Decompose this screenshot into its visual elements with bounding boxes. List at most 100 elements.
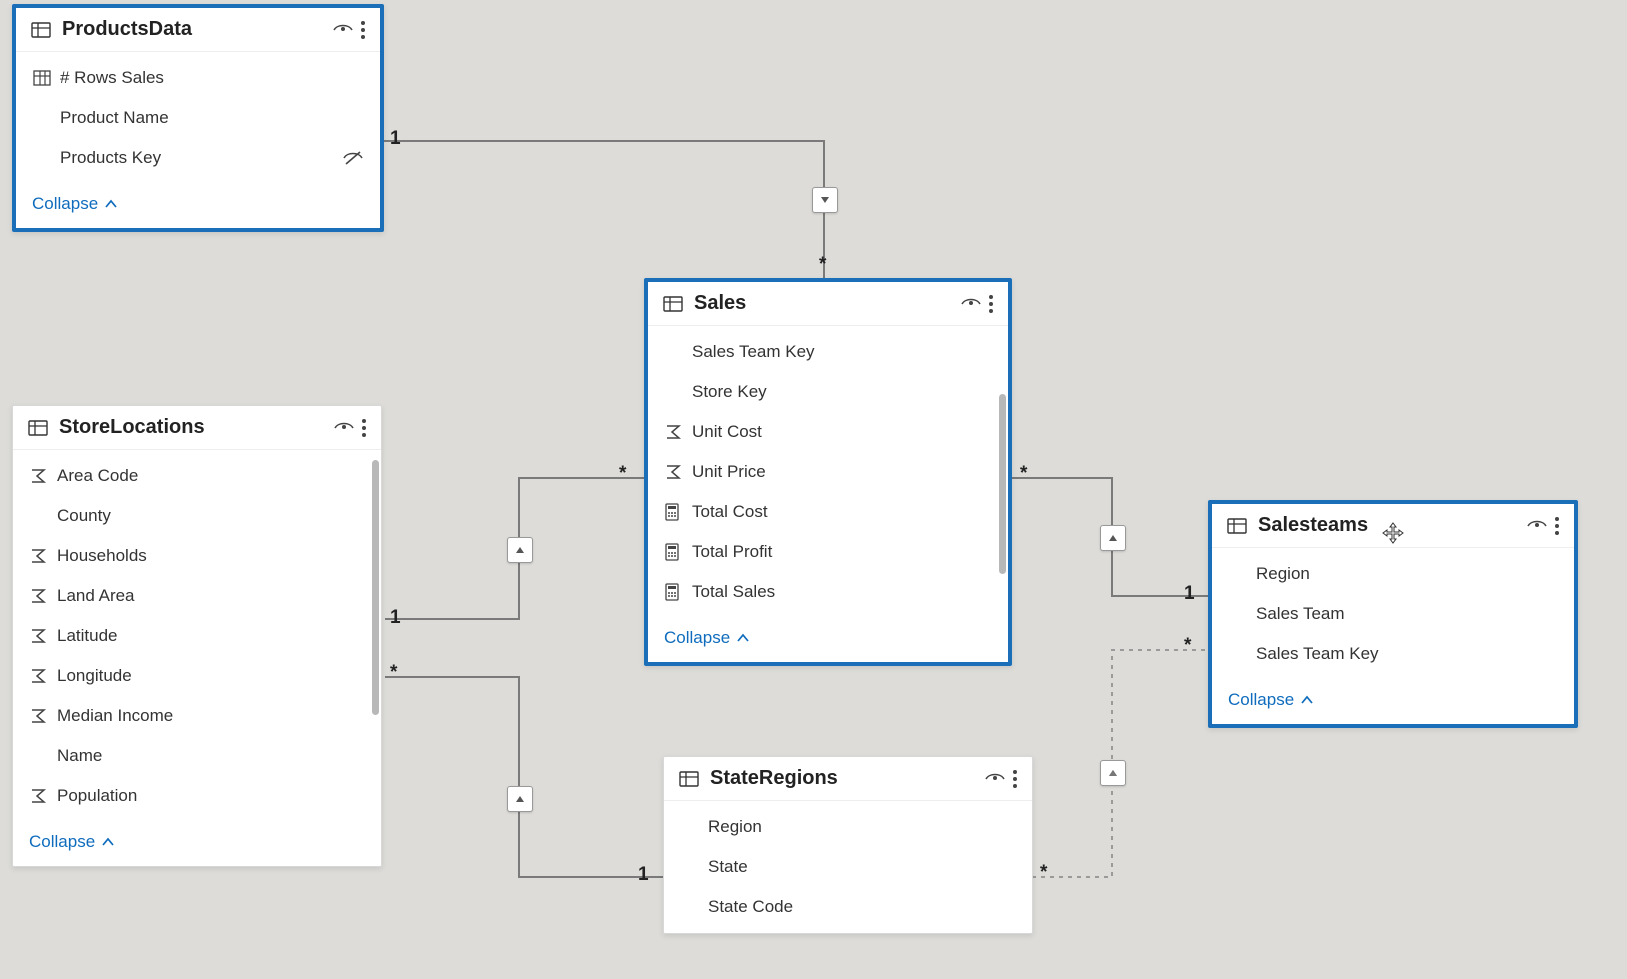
table-icon xyxy=(30,19,52,41)
relationship-arrow-icon[interactable] xyxy=(507,786,533,812)
table-icon xyxy=(662,293,684,315)
table-card-storelocations[interactable]: StoreLocations Area Code County Househol… xyxy=(12,405,382,867)
hidden-icon[interactable] xyxy=(342,147,364,169)
sigma-icon xyxy=(29,667,57,685)
more-options-icon[interactable] xyxy=(361,418,367,438)
field-row[interactable]: Product Name xyxy=(16,98,380,138)
field-label: Region xyxy=(1256,564,1558,584)
field-row[interactable]: Sales Team Key xyxy=(1212,634,1574,674)
more-options-icon[interactable] xyxy=(1554,516,1560,536)
cardinality-one: 1 xyxy=(1184,583,1195,605)
field-row[interactable]: Sales Team Key xyxy=(648,332,1008,372)
collapse-button[interactable]: Collapse xyxy=(1212,680,1574,724)
relationship-arrow-icon[interactable] xyxy=(507,537,533,563)
chevron-up-icon xyxy=(104,197,118,211)
field-row[interactable]: State Code xyxy=(664,887,1032,927)
field-row[interactable]: Store Key xyxy=(648,372,1008,412)
card-body: Region Sales Team Sales Team Key xyxy=(1212,548,1574,680)
sigma-icon xyxy=(29,707,57,725)
field-row[interactable]: Population xyxy=(13,776,381,816)
measure-icon xyxy=(32,68,60,88)
card-body: Sales Team Key Store Key Unit Cost Unit … xyxy=(648,326,1008,618)
more-options-icon[interactable] xyxy=(360,20,366,40)
more-options-icon[interactable] xyxy=(1012,769,1018,789)
table-card-stateregions[interactable]: StateRegions Region State State Code xyxy=(663,756,1033,934)
table-card-salesteams[interactable]: Salesteams Region Sales Team Sales Team … xyxy=(1208,500,1578,728)
collapse-label: Collapse xyxy=(32,194,98,214)
sigma-icon xyxy=(664,463,692,481)
card-header[interactable]: StoreLocations xyxy=(13,406,381,450)
cardinality-many: * xyxy=(390,662,397,684)
cardinality-many: * xyxy=(1184,635,1191,657)
cardinality-one: 1 xyxy=(390,607,401,629)
field-row[interactable]: Region xyxy=(1212,554,1574,594)
field-row[interactable]: Name xyxy=(13,736,381,776)
cardinality-one: 1 xyxy=(390,128,401,150)
field-label: Longitude xyxy=(57,666,365,686)
field-row[interactable]: Longitude xyxy=(13,656,381,696)
card-header[interactable]: Sales xyxy=(648,282,1008,326)
field-row[interactable]: County xyxy=(13,496,381,536)
model-canvas[interactable]: 1 * 1 * * 1 * 1 * * ProductsData # Ro xyxy=(0,0,1627,979)
visibility-icon[interactable] xyxy=(1526,515,1548,537)
visibility-icon[interactable] xyxy=(333,417,355,439)
sigma-icon xyxy=(29,787,57,805)
card-header[interactable]: StateRegions xyxy=(664,757,1032,801)
field-label: Product Name xyxy=(60,108,364,128)
sigma-icon xyxy=(29,587,57,605)
table-card-sales[interactable]: Sales Sales Team Key Store Key Unit Cost… xyxy=(644,278,1012,666)
field-label: Total Sales xyxy=(692,582,992,602)
field-row[interactable]: Land Area xyxy=(13,576,381,616)
field-row[interactable]: Unit Price xyxy=(648,452,1008,492)
sigma-icon xyxy=(29,547,57,565)
field-row[interactable]: Unit Cost xyxy=(648,412,1008,452)
collapse-label: Collapse xyxy=(1228,690,1294,710)
field-row[interactable]: Products Key xyxy=(16,138,380,178)
more-options-icon[interactable] xyxy=(988,294,994,314)
visibility-icon[interactable] xyxy=(960,293,982,315)
field-label: Latitude xyxy=(57,626,365,646)
table-title: StateRegions xyxy=(710,767,978,790)
field-row[interactable]: Latitude xyxy=(13,616,381,656)
field-row[interactable]: Total Cost xyxy=(648,492,1008,532)
field-label: Households xyxy=(57,546,365,566)
sigma-icon xyxy=(664,423,692,441)
field-row[interactable]: Total Profit xyxy=(648,532,1008,572)
table-title: StoreLocations xyxy=(59,416,327,439)
table-title: Sales xyxy=(694,292,954,315)
field-row[interactable]: State xyxy=(664,847,1032,887)
table-card-productsdata[interactable]: ProductsData # Rows Sales Product Name xyxy=(12,4,384,232)
calculator-icon xyxy=(664,503,692,521)
field-row[interactable]: Total Sales xyxy=(648,572,1008,612)
visibility-icon[interactable] xyxy=(984,768,1006,790)
visibility-icon[interactable] xyxy=(332,19,354,41)
chevron-up-icon xyxy=(101,835,115,849)
field-label: Region xyxy=(708,817,1016,837)
field-row[interactable]: Area Code xyxy=(13,456,381,496)
relationship-arrow-icon[interactable] xyxy=(1100,525,1126,551)
calculator-icon xyxy=(664,543,692,561)
relationship-arrow-icon[interactable] xyxy=(812,187,838,213)
field-label: # Rows Sales xyxy=(60,68,364,88)
field-label: Population xyxy=(57,786,365,806)
relationship-arrow-icon[interactable] xyxy=(1100,760,1126,786)
field-row[interactable]: # Rows Sales xyxy=(16,58,380,98)
field-label: Land Area xyxy=(57,586,365,606)
scrollbar-thumb[interactable] xyxy=(999,394,1006,574)
collapse-button[interactable]: Collapse xyxy=(16,184,380,228)
field-row[interactable]: Households xyxy=(13,536,381,576)
card-header[interactable]: ProductsData xyxy=(16,8,380,52)
cardinality-many: * xyxy=(819,254,826,276)
field-row[interactable]: Region xyxy=(664,807,1032,847)
field-label: County xyxy=(57,506,365,526)
collapse-button[interactable]: Collapse xyxy=(648,618,1008,662)
cardinality-many: * xyxy=(1040,862,1047,884)
field-row[interactable]: Median Income xyxy=(13,696,381,736)
field-label: Sales Team Key xyxy=(1256,644,1558,664)
field-row[interactable]: Sales Team xyxy=(1212,594,1574,634)
field-label: Median Income xyxy=(57,706,365,726)
table-icon xyxy=(27,417,49,439)
field-label: Total Cost xyxy=(692,502,992,522)
scrollbar-thumb[interactable] xyxy=(372,460,379,715)
collapse-button[interactable]: Collapse xyxy=(13,822,381,866)
